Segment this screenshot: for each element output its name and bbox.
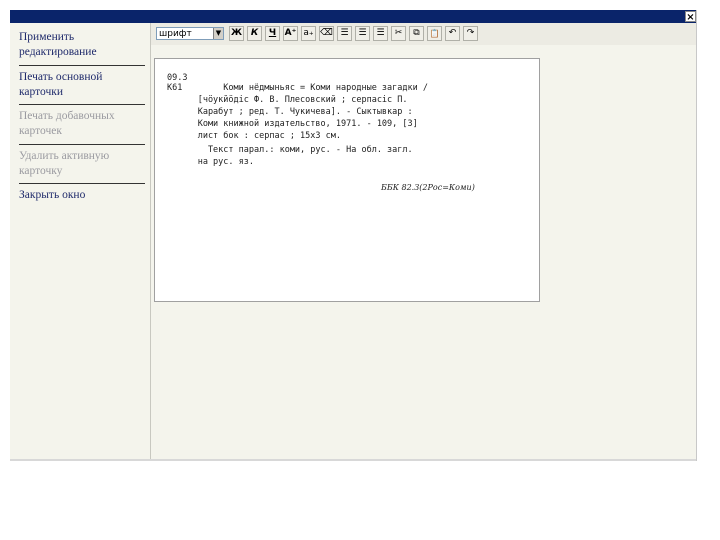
print-main-card-label-line1: Печать основной (19, 71, 103, 83)
print-added-cards-label-line1: Печать добавочных (19, 110, 115, 122)
sidebar-divider (19, 183, 145, 184)
bold-button[interactable]: Ж (229, 26, 244, 41)
close-window-link[interactable]: Закрыть окно (19, 188, 145, 203)
copy-icon[interactable]: ⧉ (409, 26, 424, 41)
card-line: лист бок : серпас ; 15x3 см. (167, 131, 341, 141)
superscript-button[interactable]: A⁺ (283, 26, 298, 41)
sidebar-divider (19, 104, 145, 105)
redo-icon[interactable]: ↷ (463, 26, 478, 41)
card-line: Текст парал.: коми, рус. - На обл. загл. (167, 145, 413, 155)
card-line: Карабут ; ред. Т. Чукичева]. - Сыктывкар… (167, 107, 413, 117)
print-added-cards-button[interactable]: Печать добавочных карточек (19, 109, 145, 139)
sidebar-divider (19, 144, 145, 145)
card-line: К61 Коми нёдмыньяс = Коми народные загад… (167, 83, 428, 93)
italic-button[interactable]: К (247, 26, 262, 41)
card-line: на рус. яз. (167, 157, 254, 167)
action-sidebar: Применить редактирование Печать основной… (10, 23, 151, 461)
underline-button[interactable]: Ч (265, 26, 280, 41)
card-line: [чöукйöдiс Ф. В. Плесовский ; серпасiс П… (167, 95, 408, 105)
eraser-icon[interactable]: ⌫ (319, 26, 334, 41)
chevron-down-icon[interactable]: ▼ (213, 28, 223, 39)
window-bottom-edge (10, 459, 696, 461)
undo-icon[interactable]: ↶ (445, 26, 460, 41)
apply-edit-label-line2: редактирование (19, 46, 97, 58)
format-toolbar: шрифт ▼ Ж К Ч A⁺ a₊ ⌫ ☰ ☰ ☰ ✂ ⧉ 📋 ↶ ↷ (151, 23, 696, 45)
print-main-card-label-line2: карточки (19, 86, 63, 98)
delete-active-card-button[interactable]: Удалить активную карточку (19, 149, 145, 179)
print-added-cards-label-line2: карточек (19, 125, 62, 137)
sidebar-divider (19, 65, 145, 66)
bbk-index: ББК 82.3(2Рос=Коми) (381, 183, 475, 192)
card-line: 09.3 (167, 73, 188, 83)
close-window-label: Закрыть окно (19, 189, 86, 201)
font-select[interactable]: шрифт ▼ (156, 27, 224, 40)
align-right-icon[interactable]: ☰ (373, 26, 388, 41)
catalog-card-editor[interactable]: 09.3 К61 Коми нёдмыньяс = Коми народные … (154, 58, 540, 302)
align-left-icon[interactable]: ☰ (337, 26, 352, 41)
print-main-card-button[interactable]: Печать основной карточки (19, 70, 145, 100)
card-editor-window: × Применить редактирование Печать основн… (10, 10, 697, 461)
apply-edit-button[interactable]: Применить редактирование (19, 30, 145, 60)
paste-icon[interactable]: 📋 (427, 26, 442, 41)
align-center-icon[interactable]: ☰ (355, 26, 370, 41)
title-bar: × (10, 10, 696, 23)
apply-edit-label-line1: Применить (19, 31, 75, 43)
editor-area: шрифт ▼ Ж К Ч A⁺ a₊ ⌫ ☰ ☰ ☰ ✂ ⧉ 📋 ↶ ↷ 09… (151, 23, 696, 461)
delete-active-card-label-line1: Удалить активную (19, 150, 110, 162)
font-select-value: шрифт (159, 29, 192, 39)
delete-active-card-label-line2: карточку (19, 165, 63, 177)
card-line: Коми книжной издательство, 1971. - 109, … (167, 119, 418, 129)
subscript-button[interactable]: a₊ (301, 26, 316, 41)
scissors-icon[interactable]: ✂ (391, 26, 406, 41)
close-window-button[interactable]: × (685, 11, 696, 23)
